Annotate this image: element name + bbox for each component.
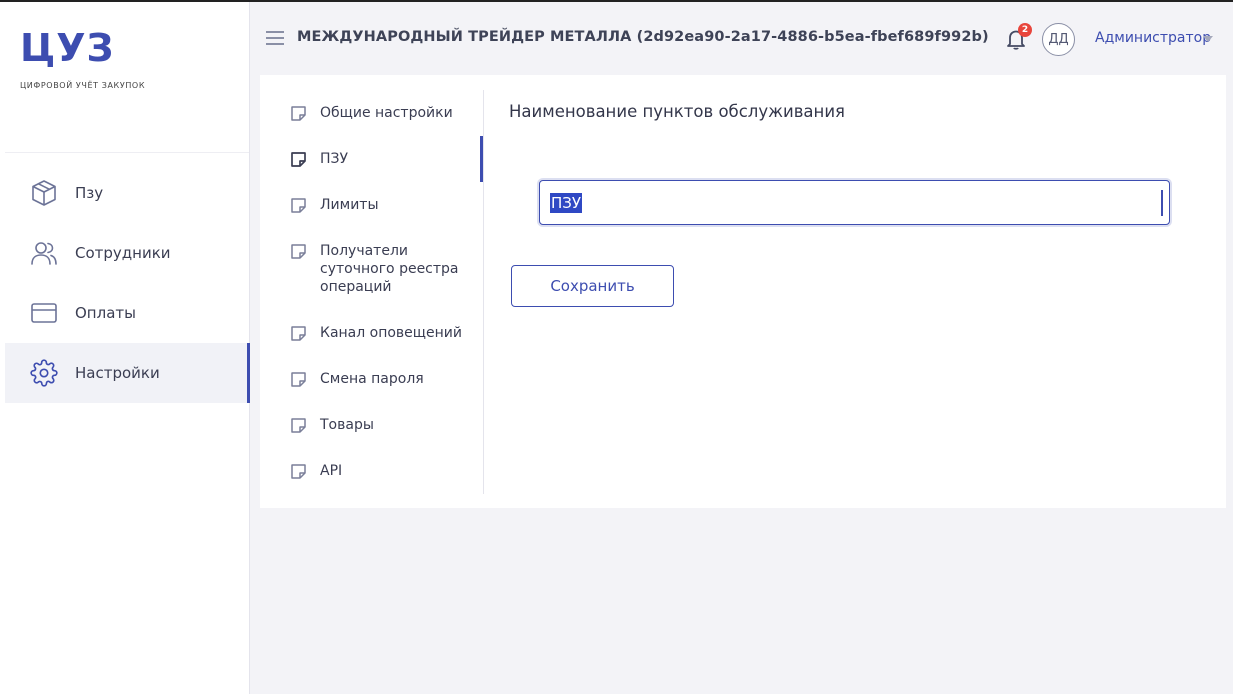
settings-item-label: Общие настройки	[320, 105, 453, 121]
settings-item-label: API	[320, 463, 343, 479]
note-icon	[290, 325, 307, 342]
sidebar-item-label: Оплаты	[75, 304, 136, 322]
app-logo-subtitle: ЦИФРОВОЙ УЧЁТ ЗАКУПОК	[20, 81, 146, 90]
settings-item-general[interactable]: Общие настройки	[290, 104, 470, 122]
note-icon	[290, 243, 307, 260]
sidebar-nav: Пзу Сотрудники Оплаты Настройки	[5, 163, 250, 403]
service-point-name-input[interactable]	[549, 192, 1129, 214]
sidebar-item-label: Сотрудники	[75, 244, 171, 262]
section-title: Наименование пунктов обслуживания	[509, 102, 845, 121]
sidebar-item-label: Пзу	[75, 184, 104, 202]
sidebar-item-pzu[interactable]: Пзу	[5, 163, 250, 223]
settings-item-daily-registry-recipients[interactable]: Получатели суточного реестра операций	[290, 242, 460, 296]
selected-text-highlight: ПЗУ	[550, 193, 583, 213]
note-icon	[290, 371, 307, 388]
card-icon	[29, 298, 59, 328]
note-icon	[290, 151, 307, 168]
text-cursor	[1161, 190, 1163, 216]
sidebar-item-employees[interactable]: Сотрудники	[5, 223, 250, 283]
sidebar-item-label: Настройки	[75, 364, 160, 382]
note-icon	[290, 197, 307, 214]
settings-item-change-password[interactable]: Смена пароля	[290, 370, 470, 388]
user-menu-name[interactable]: Администратор	[1095, 30, 1211, 46]
settings-item-notification-channel[interactable]: Канал оповещений	[290, 324, 470, 342]
settings-item-label: Смена пароля	[320, 371, 424, 387]
service-point-name-field[interactable]: ПЗУ	[539, 180, 1170, 225]
settings-item-label: Лимиты	[320, 197, 379, 213]
top-header: МЕЖДУНАРОДНЫЙ ТРЕЙДЕР МЕТАЛЛА (2d92ea90-…	[250, 2, 1233, 74]
settings-item-label: Товары	[320, 417, 374, 433]
hamburger-menu-icon[interactable]	[266, 31, 284, 45]
note-icon	[290, 463, 307, 480]
settings-item-label: Канал оповещений	[320, 325, 462, 341]
settings-submenu: Общие настройки ПЗУ Лимиты Получатели су…	[260, 90, 484, 494]
note-icon	[290, 105, 307, 122]
chevron-down-icon[interactable]	[1203, 36, 1213, 42]
sidebar-item-settings[interactable]: Настройки	[5, 343, 250, 403]
notification-badge: 2	[1018, 23, 1032, 37]
app-logo[interactable]: ЦУЗ	[20, 26, 115, 70]
settings-item-pzu[interactable]: ПЗУ	[290, 150, 470, 168]
users-icon	[29, 238, 59, 268]
avatar[interactable]: ДД	[1042, 23, 1075, 56]
settings-card: Общие настройки ПЗУ Лимиты Получатели су…	[260, 75, 1226, 508]
submenu-active-indicator	[480, 136, 483, 182]
sidebar: ЦУЗ ЦИФРОВОЙ УЧЁТ ЗАКУПОК Пзу Сотрудники…	[0, 2, 250, 694]
settings-item-label: Получатели суточного реестра операций	[320, 243, 459, 295]
company-title: МЕЖДУНАРОДНЫЙ ТРЕЙДЕР МЕТАЛЛА (2d92ea90-…	[297, 29, 989, 45]
sidebar-divider	[5, 152, 249, 153]
save-button[interactable]: Сохранить	[511, 265, 674, 307]
note-icon	[290, 417, 307, 434]
gear-icon	[29, 358, 59, 388]
settings-item-goods[interactable]: Товары	[290, 416, 470, 434]
box-icon	[29, 178, 59, 208]
settings-item-api[interactable]: API	[290, 462, 470, 480]
settings-item-label: ПЗУ	[320, 151, 349, 167]
settings-item-limits[interactable]: Лимиты	[290, 196, 470, 214]
sidebar-item-payments[interactable]: Оплаты	[5, 283, 250, 343]
